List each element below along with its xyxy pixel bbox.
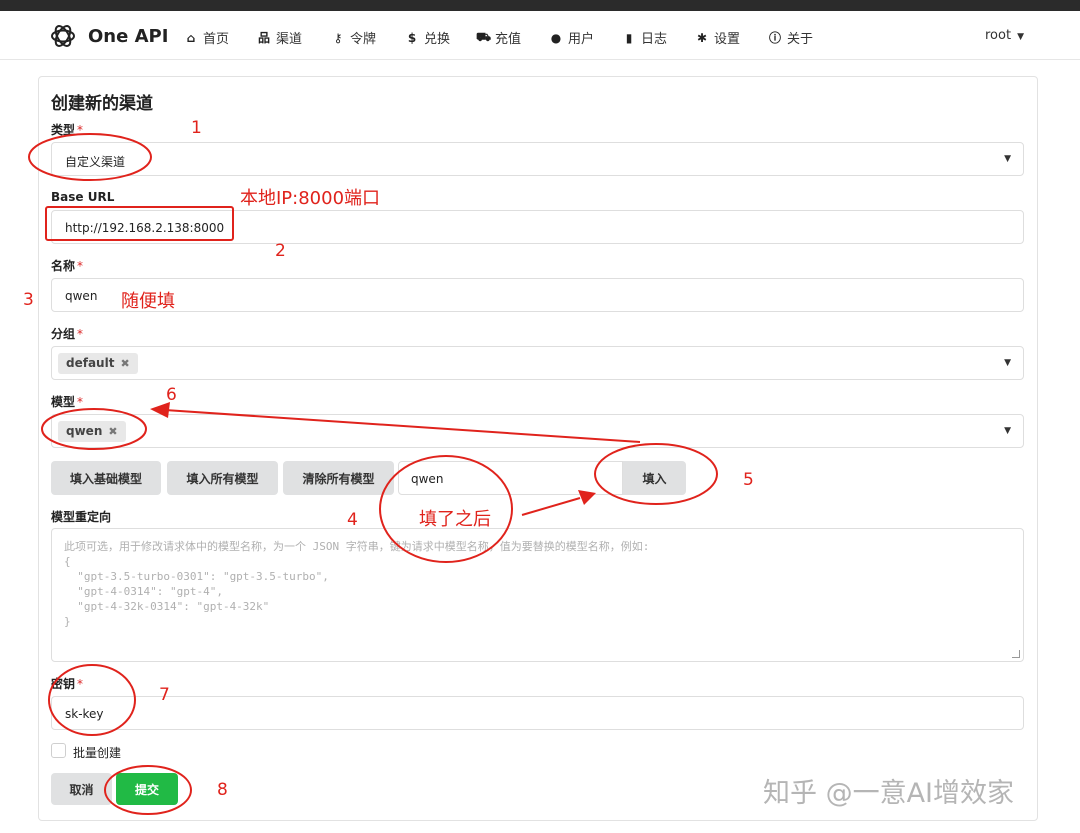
nav-item-redeem[interactable]: $ 兑换 bbox=[405, 28, 451, 48]
cart-icon: ⛟ bbox=[476, 29, 492, 44]
name-label: 名称 * bbox=[51, 259, 84, 273]
annotation-after-fill: 填了之后 bbox=[419, 509, 491, 530]
model-mapping-placeholder: 此项可选，用于修改请求体中的模型名称，为一个 JSON 字符串，键为请求中模型名… bbox=[64, 540, 650, 628]
group-label: 分组 * bbox=[51, 327, 84, 341]
models-label: 模型 * bbox=[51, 395, 84, 409]
app-name[interactable]: One API bbox=[88, 26, 168, 47]
caret-down-icon: ▼ bbox=[1017, 32, 1024, 42]
base-url-label: Base URL bbox=[51, 190, 115, 204]
batch-create-label: 批量创建 bbox=[73, 746, 122, 760]
nav-item-logs[interactable]: ▮ 日志 bbox=[622, 28, 668, 48]
dollar-icon: $ bbox=[407, 30, 417, 45]
remove-chip-icon[interactable]: ✖ bbox=[120, 357, 129, 370]
nav-label: 令牌 bbox=[350, 32, 377, 47]
form-title: 创建新的渠道 bbox=[51, 94, 153, 114]
book-icon: ▮ bbox=[625, 30, 633, 45]
nav-label: 首页 bbox=[203, 32, 230, 47]
dropdown-icon: ▼ bbox=[1004, 426, 1011, 436]
nav-label: 充值 bbox=[495, 32, 522, 47]
group-chip[interactable]: default ✖ bbox=[58, 353, 138, 374]
info-icon: ⓘ bbox=[768, 31, 781, 45]
annotation-2: 2 bbox=[275, 241, 286, 261]
dropdown-icon: ▼ bbox=[1004, 154, 1011, 164]
key-icon: ⚷ bbox=[333, 30, 343, 45]
clear-all-models-button[interactable]: 清除所有模型 bbox=[283, 461, 394, 495]
annotation-casual-fill: 随便填 bbox=[121, 291, 175, 312]
group-select[interactable]: default ✖ ▼ bbox=[51, 346, 1024, 380]
nav-item-users[interactable]: ● 用户 bbox=[549, 28, 595, 48]
annotation-8: 8 bbox=[217, 780, 228, 800]
fill-basic-models-button[interactable]: 填入基础模型 bbox=[51, 461, 161, 495]
dropdown-icon: ▼ bbox=[1004, 358, 1011, 368]
model-mapping-textarea[interactable]: 此项可选，用于修改请求体中的模型名称，为一个 JSON 字符串，键为请求中模型名… bbox=[51, 528, 1024, 662]
gear-icon: ✱ bbox=[696, 30, 708, 45]
nav-item-about[interactable]: ⓘ 关于 bbox=[768, 28, 813, 47]
nav-item-topup[interactable]: ⛟ 充值 bbox=[476, 28, 522, 48]
nav-label: 渠道 bbox=[276, 32, 303, 47]
nav-item-tokens[interactable]: ⚷ 令牌 bbox=[331, 28, 377, 48]
watermark: 知乎 @一意AI增效家 bbox=[763, 778, 1015, 809]
resize-handle-icon[interactable] bbox=[1012, 650, 1020, 658]
nav-label: 关于 bbox=[787, 32, 814, 47]
sitemap-icon: 品 bbox=[257, 31, 270, 45]
base-url-value: http://192.168.2.138:8000 bbox=[65, 221, 225, 235]
custom-model-input[interactable]: qwen bbox=[398, 461, 623, 495]
home-icon: ⌂ bbox=[186, 30, 196, 45]
annotation-1: 1 bbox=[191, 118, 202, 138]
fill-model-button[interactable]: 填入 bbox=[623, 461, 686, 495]
type-value: 自定义渠道 bbox=[65, 155, 126, 169]
key-value: sk-key bbox=[65, 707, 104, 721]
user-icon: ● bbox=[550, 30, 562, 45]
openai-logo-icon[interactable] bbox=[48, 21, 78, 51]
annotation-local-ip: 本地IP:8000端口 bbox=[240, 188, 381, 209]
user-name: root bbox=[985, 28, 1012, 43]
type-select[interactable]: 自定义渠道 ▼ bbox=[51, 142, 1024, 176]
name-value: qwen bbox=[65, 289, 98, 303]
navbar: One API ⌂ 首页 品渠道 ⚷ 令牌 $ 兑换 ⛟ 充值 ● 用户 ▮ 日志 ✱ 设置 … bbox=[0, 11, 1080, 60]
user-menu[interactable]: root ▼ bbox=[985, 28, 1024, 43]
nav-label: 设置 bbox=[714, 32, 741, 47]
annotation-6: 6 bbox=[166, 385, 177, 405]
annotation-5: 5 bbox=[743, 470, 754, 490]
submit-button[interactable]: 提交 bbox=[116, 773, 178, 805]
annotation-7: 7 bbox=[159, 685, 170, 705]
window-top-bar bbox=[0, 0, 1080, 11]
name-input[interactable]: qwen bbox=[51, 278, 1024, 312]
key-input[interactable]: sk-key bbox=[51, 696, 1024, 730]
models-select[interactable]: qwen ✖ ▼ bbox=[51, 414, 1024, 448]
base-url-input[interactable]: http://192.168.2.138:8000 bbox=[51, 210, 1024, 244]
nav-label: 兑换 bbox=[424, 32, 451, 47]
fill-all-models-button[interactable]: 填入所有模型 bbox=[167, 461, 278, 495]
nav-item-settings[interactable]: ✱ 设置 bbox=[695, 28, 741, 48]
batch-create-checkbox[interactable] bbox=[51, 743, 66, 758]
nav-label: 用户 bbox=[568, 32, 595, 47]
model-mapping-label: 模型重定向 bbox=[51, 510, 112, 524]
annotation-3: 3 bbox=[23, 290, 34, 310]
annotation-4: 4 bbox=[347, 510, 358, 530]
nav-label: 日志 bbox=[641, 32, 668, 47]
nav-item-channels[interactable]: 品渠道 bbox=[257, 28, 302, 47]
key-label: 密钥 * bbox=[51, 677, 84, 691]
model-chip[interactable]: qwen ✖ bbox=[58, 421, 126, 442]
nav-item-home[interactable]: ⌂ 首页 bbox=[184, 28, 230, 48]
remove-chip-icon[interactable]: ✖ bbox=[108, 425, 117, 438]
type-label: 类型 * bbox=[51, 123, 84, 137]
cancel-button[interactable]: 取消 bbox=[51, 773, 112, 805]
